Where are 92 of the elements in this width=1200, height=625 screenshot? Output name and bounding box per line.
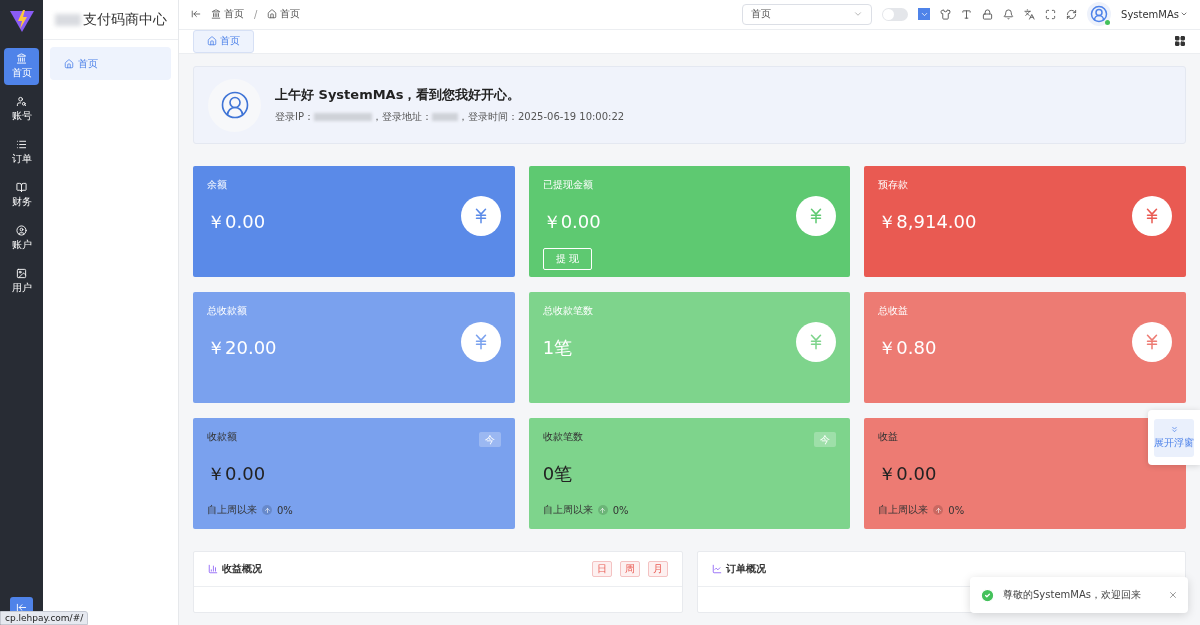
blurred-text [432, 113, 458, 121]
breadcrumb-link[interactable]: 首页 [211, 7, 244, 22]
home-icon [64, 58, 74, 69]
card-value: ￥0.00 [878, 462, 937, 486]
change-percent: 0% [612, 504, 629, 516]
list-icon [16, 139, 27, 150]
refresh-icon[interactable] [1066, 8, 1078, 20]
bank-icon [16, 53, 27, 64]
yen-icon [796, 322, 837, 362]
yen-icon [460, 322, 501, 362]
card-title: 收益 [878, 430, 899, 444]
card-value: ￥0.00 [542, 210, 601, 234]
card-title: 收款额 [207, 430, 237, 444]
change-percent: 0% [948, 504, 965, 516]
image-icon [16, 268, 27, 279]
card-value: 0笔 [542, 462, 573, 486]
compare-label: 自上周以来 [878, 503, 929, 517]
logo-icon [8, 8, 35, 34]
card-value: ￥20.00 [207, 336, 277, 360]
user-avatar[interactable] [1087, 2, 1112, 27]
collapse-icon[interactable] [191, 9, 201, 20]
greeting: 上午好 SystemMAs，看到您我好开心。 [275, 86, 522, 104]
home-icon [267, 9, 278, 20]
menu-item[interactable]: 首页 [50, 47, 171, 80]
change-percent: 0% [277, 504, 293, 516]
yen-icon [460, 196, 501, 236]
yen-icon [1132, 196, 1172, 236]
brand-title: 支付码商中心 [83, 10, 167, 29]
user-icon [16, 96, 27, 107]
breadcrumb-separator: / [254, 8, 258, 20]
nav-item[interactable]: 财务 [4, 177, 39, 214]
shirt-icon[interactable] [940, 8, 952, 20]
card-value: 1笔 [542, 336, 573, 360]
arrow-up-icon [933, 505, 944, 515]
breadcrumb-link[interactable]: 首页 [267, 7, 301, 22]
close-icon[interactable] [1168, 590, 1178, 600]
url-status-tooltip: cp.lehpay.com/#/ [0, 611, 89, 625]
blurred-text [314, 113, 372, 121]
user-menu[interactable]: SystemMAs [1121, 8, 1188, 20]
yen-icon [1132, 322, 1172, 362]
bank-icon [211, 9, 221, 20]
bell-icon[interactable] [1003, 8, 1015, 20]
menu-search-select[interactable]: 首页 [742, 3, 873, 25]
card-title: 余额 [207, 178, 227, 192]
card-title: 收款笔数 [542, 430, 583, 444]
grid-icon[interactable] [1174, 35, 1186, 48]
panel-title: 收益概况 [222, 562, 262, 576]
login-time: ，登录时间：2025-06-19 10:00:22 [458, 110, 625, 124]
lock-icon[interactable] [982, 8, 994, 20]
nav-item[interactable]: 首页 [4, 48, 39, 85]
nav-item[interactable]: 账号 [4, 91, 39, 128]
today-tag: 今 [478, 432, 501, 447]
user-circle-icon [16, 225, 27, 236]
compare-label: 自上周以来 [542, 503, 593, 517]
arrow-up-icon [262, 505, 272, 515]
font-size-icon[interactable] [961, 8, 973, 20]
arrow-up-icon [597, 505, 608, 515]
book-icon [16, 182, 27, 193]
nav-item[interactable]: 用户 [4, 263, 39, 300]
nav-item[interactable]: 账户 [4, 220, 39, 257]
user-icon [219, 90, 250, 120]
login-ip-label: 登录IP： [275, 110, 314, 124]
toast-message: 尊敬的SystemMAs，欢迎回来 [1003, 588, 1142, 602]
theme-toggle[interactable] [882, 7, 909, 21]
card-title: 总收款额 [207, 304, 247, 318]
card-title: 总收益 [878, 304, 909, 318]
yen-icon [796, 196, 837, 236]
page-tab[interactable]: 首页 [193, 29, 254, 53]
card-title: 已提现金额 [542, 178, 593, 192]
compare-label: 自上周以来 [207, 503, 257, 517]
check-icon [980, 587, 995, 603]
nav-item[interactable]: 订单 [4, 134, 39, 171]
chevrons-down-icon [1169, 425, 1179, 434]
translate-icon[interactable] [1024, 8, 1036, 20]
card-value: ￥0.00 [207, 462, 266, 486]
card-value: ￥8,914.00 [878, 210, 977, 234]
panel-title: 订单概况 [725, 562, 766, 576]
collapse-icon [16, 601, 27, 613]
bar-chart-icon [208, 564, 218, 574]
home-icon [207, 36, 217, 47]
line-chart-icon [711, 564, 722, 574]
online-dot [1105, 20, 1111, 26]
user-icon [1090, 5, 1109, 24]
today-tag: 今 [814, 432, 837, 447]
card-value: ￥0.80 [878, 336, 937, 360]
blurred-logo [55, 13, 81, 26]
card-value: ￥0.00 [207, 210, 266, 234]
color-picker[interactable] [918, 8, 931, 21]
login-address-label: ，登录地址： [372, 110, 432, 124]
card-title: 预存款 [878, 178, 909, 192]
fullscreen-icon[interactable] [1045, 8, 1057, 20]
card-title: 总收款笔数 [542, 304, 593, 318]
